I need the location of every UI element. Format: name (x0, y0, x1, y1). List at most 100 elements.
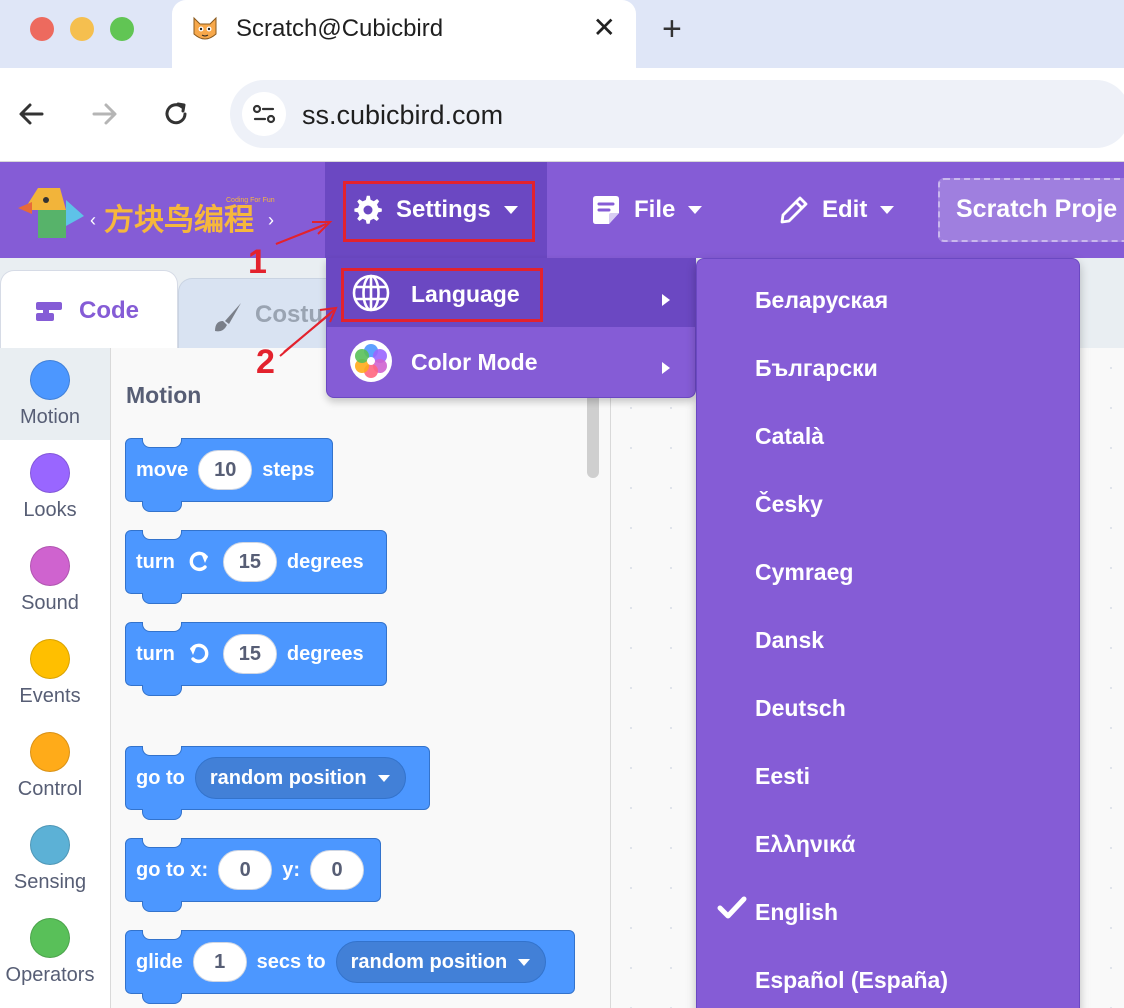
file-icon (590, 193, 622, 227)
steps-input[interactable]: 10 (198, 450, 253, 490)
category-control[interactable]: Control (0, 720, 110, 812)
block-text: glide (136, 950, 183, 973)
tab-code[interactable]: Code (0, 270, 178, 350)
tab-title: Scratch@Cubicbird (236, 15, 444, 42)
chevron-down-icon (377, 774, 391, 783)
tab-close-icon[interactable]: ✕ (593, 12, 616, 44)
category-motion-dot (30, 360, 70, 400)
close-window-button[interactable] (30, 17, 54, 41)
language-name: Ελληνικά (755, 831, 856, 857)
category-looks[interactable]: Looks (0, 441, 110, 533)
language-dropdown: Беларуская Български Català Česky Cymrae… (696, 258, 1080, 1008)
target-dropdown[interactable]: random position (335, 941, 547, 983)
back-arrow-icon[interactable] (12, 94, 52, 134)
language-option[interactable]: Català (697, 399, 1079, 467)
language-name: English (755, 899, 839, 925)
project-title-text: Scratch Proje (956, 195, 1118, 223)
language-name: Dansk (755, 627, 825, 653)
category-events[interactable]: Events (0, 627, 110, 719)
dropdown-value: random position (209, 766, 367, 789)
language-option[interactable]: Ελληνικά (697, 807, 1079, 875)
language-option[interactable]: Deutsch (697, 671, 1079, 739)
language-name: Български (755, 355, 878, 381)
category-sensing-dot (30, 825, 70, 865)
rotate-right-icon (185, 549, 213, 575)
cubicbird-logo[interactable]: ‹ 方块鸟编程 Coding For Fun › (18, 180, 298, 242)
category-label: Looks (23, 499, 77, 521)
category-operators[interactable]: Operators (0, 906, 110, 998)
submenu-arrow-icon (661, 286, 671, 313)
category-label: Operators (5, 964, 95, 986)
url-text: ss.cubicbird.com (302, 100, 504, 130)
minimize-window-button[interactable] (70, 17, 94, 41)
address-bar[interactable]: ss.cubicbird.com (230, 80, 1124, 148)
block-glide[interactable]: glide 1 secs to random position (125, 930, 575, 1004)
edit-label: Edit (822, 196, 868, 223)
category-label: Motion (19, 406, 81, 428)
block-text: go to x: (136, 858, 209, 881)
paintbrush-icon (211, 301, 245, 340)
y-input[interactable]: 0 (310, 850, 365, 890)
category-sound[interactable]: Sound (0, 534, 110, 626)
browser-tabstrip: Scratch@Cubicbird ✕ + (0, 0, 1124, 68)
settings-highlight-box (343, 181, 535, 242)
block-move-steps[interactable]: move 10 steps (125, 438, 333, 512)
language-highlight-box (341, 268, 543, 322)
block-text: move (136, 458, 189, 481)
forward-arrow-icon[interactable] (84, 94, 124, 134)
block-go-to[interactable]: go to random position (125, 746, 430, 820)
block-text: go to (136, 766, 185, 789)
block-text: degrees (286, 550, 364, 573)
language-option[interactable]: Eesti (697, 739, 1079, 807)
scratch-cat-favicon-icon (193, 16, 217, 40)
language-option[interactable]: Български (697, 331, 1079, 399)
category-label: Control (17, 778, 83, 800)
browser-tab[interactable]: Scratch@Cubicbird ✕ (172, 0, 636, 68)
file-menu-button[interactable]: File (590, 162, 703, 258)
logo-text: 方块鸟编程 (104, 203, 254, 238)
chevron-down-icon (517, 958, 531, 967)
chevron-down-icon (687, 205, 703, 215)
reload-icon[interactable] (156, 94, 196, 134)
category-looks-dot (30, 453, 70, 493)
category-control-dot (30, 732, 70, 772)
new-tab-button[interactable]: + (662, 10, 682, 48)
language-name: Español (España) (755, 967, 948, 993)
pencil-icon (778, 194, 810, 226)
tab-costumes[interactable]: Costu (178, 278, 348, 350)
block-text: y: (282, 858, 301, 881)
svg-text:›: › (268, 210, 274, 230)
degrees-input[interactable]: 15 (222, 542, 277, 582)
language-option-selected[interactable]: English (697, 875, 1079, 943)
language-option[interactable]: Cymraeg (697, 535, 1079, 603)
block-turn-left[interactable]: turn 15 degrees (125, 622, 387, 696)
secs-input[interactable]: 1 (192, 942, 247, 982)
maximize-window-button[interactable] (110, 17, 134, 41)
category-label: Sound (21, 592, 79, 614)
category-motion[interactable]: Motion (0, 348, 110, 440)
language-option[interactable]: Беларуская (697, 263, 1079, 331)
palette-scrollbar[interactable] (587, 392, 599, 478)
block-go-to-xy[interactable]: go to x: 0 y: 0 (125, 838, 381, 912)
language-option[interactable]: Dansk (697, 603, 1079, 671)
language-name: Беларуская (755, 287, 889, 313)
language-option[interactable]: Česky (697, 467, 1079, 535)
target-dropdown[interactable]: random position (194, 757, 406, 799)
tab-costumes-label: Costu (255, 301, 323, 328)
language-name: Česky (755, 491, 823, 517)
block-turn-right[interactable]: turn 15 degrees (125, 530, 387, 604)
color-mode-label: Color Mode (411, 349, 538, 375)
block-palette: Motion move 10 steps turn 15 degrees tur… (111, 348, 611, 1008)
degrees-input[interactable]: 15 (222, 634, 277, 674)
submenu-arrow-icon (661, 354, 671, 381)
block-text: turn (136, 642, 175, 665)
language-option[interactable]: Español (España) (697, 943, 1079, 1008)
site-settings-icon[interactable] (242, 92, 286, 136)
color-mode-menu-item[interactable]: Color Mode (327, 327, 695, 395)
project-title-input[interactable]: Scratch Proje (938, 178, 1124, 242)
category-sensing[interactable]: Sensing (0, 813, 110, 905)
category-label: Events (19, 685, 81, 707)
x-input[interactable]: 0 (218, 850, 273, 890)
category-operators-dot (30, 918, 70, 958)
edit-menu-button[interactable]: Edit (778, 162, 895, 258)
